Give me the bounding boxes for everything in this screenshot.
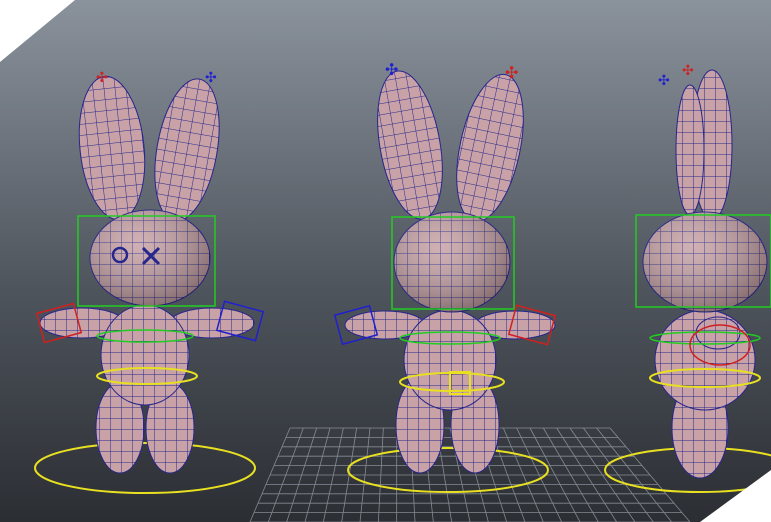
ear-control-blue[interactable]: ✣ [658, 73, 670, 89]
head-shading [643, 212, 767, 312]
ear-control-left[interactable]: ✣ [385, 60, 398, 79]
body [100, 304, 190, 406]
head-shading [394, 212, 510, 312]
ear-control-red[interactable]: ✣ [682, 63, 694, 79]
ear-control-right[interactable]: ✣ [205, 70, 217, 86]
ear-back [675, 84, 705, 216]
ear-control-left[interactable]: ✣ [96, 70, 108, 86]
ear-control-right[interactable]: ✣ [505, 63, 518, 82]
3d-viewport[interactable]: ✣ ✣ ✣ ✣ ✣ ✣ [0, 0, 771, 522]
